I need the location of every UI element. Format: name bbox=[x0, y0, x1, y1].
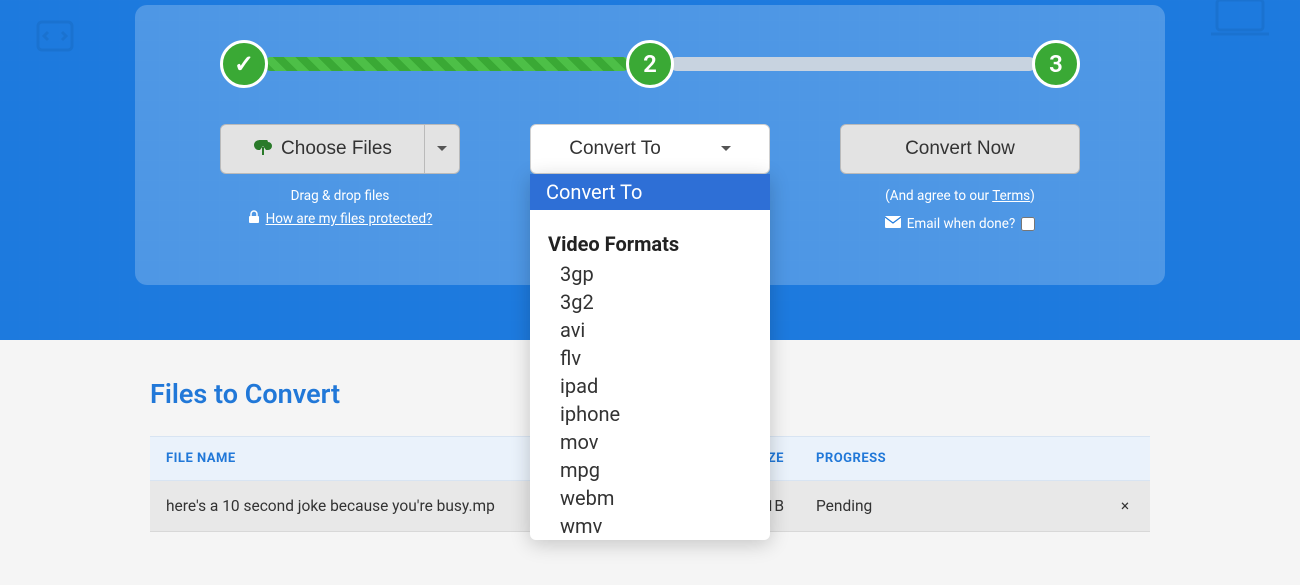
convert-to-label: Convert To bbox=[569, 138, 661, 160]
stepper-bar-1 bbox=[264, 57, 630, 71]
dropdown-group-video: Video Formats bbox=[530, 220, 770, 260]
choose-subtext: Drag & drop files How are my files prote… bbox=[220, 188, 460, 228]
agree-suffix: ) bbox=[1030, 188, 1035, 204]
stepper-bar-2 bbox=[670, 57, 1036, 71]
lock-icon bbox=[248, 210, 260, 228]
chevron-down-icon bbox=[721, 146, 731, 156]
format-option-flv[interactable]: flv bbox=[530, 344, 770, 372]
chevron-down-icon bbox=[437, 146, 447, 156]
files-title-a: Files to bbox=[150, 378, 245, 410]
decoration-laptop-icon bbox=[1205, 0, 1275, 56]
choose-files-label: Choose Files bbox=[281, 138, 392, 160]
column-actions bbox=[1100, 437, 1150, 481]
action-subtext: (And agree to our Terms) Email when done… bbox=[840, 188, 1080, 232]
format-option-3g2[interactable]: 3g2 bbox=[530, 288, 770, 316]
convert-to-button[interactable]: Convert To bbox=[530, 124, 770, 174]
agree-prefix: (And agree to our bbox=[885, 188, 992, 204]
upload-icon bbox=[253, 140, 273, 158]
action-column: Convert Now (And agree to our Terms) Ema… bbox=[840, 124, 1080, 232]
step-1: ✓ bbox=[220, 40, 268, 88]
format-option-3gp[interactable]: 3gp bbox=[530, 260, 770, 288]
convert-column: Convert To Convert To Video Formats 3gp3… bbox=[530, 124, 770, 232]
step-2: 2 bbox=[626, 40, 674, 88]
convert-now-label: Convert Now bbox=[905, 138, 1015, 160]
choose-files-button[interactable]: Choose Files bbox=[220, 124, 424, 174]
email-when-done-label: Email when done? bbox=[907, 216, 1016, 232]
format-option-mov[interactable]: mov bbox=[530, 428, 770, 456]
mail-icon bbox=[885, 216, 901, 232]
remove-file-button[interactable]: × bbox=[1100, 481, 1150, 532]
convert-now-button[interactable]: Convert Now bbox=[840, 124, 1080, 174]
dropdown-header: Convert To bbox=[530, 174, 770, 210]
cell-progress: Pending bbox=[800, 481, 1100, 532]
format-option-wmv[interactable]: wmv bbox=[530, 512, 770, 540]
format-option-avi[interactable]: avi bbox=[530, 316, 770, 344]
drag-drop-hint: Drag & drop files bbox=[220, 188, 460, 204]
format-option-ipad[interactable]: ipad bbox=[530, 372, 770, 400]
terms-link[interactable]: Terms bbox=[992, 188, 1030, 204]
protection-link[interactable]: How are my files protected? bbox=[266, 211, 433, 227]
decoration-code-icon bbox=[30, 10, 80, 64]
format-option-iphone[interactable]: iphone bbox=[530, 400, 770, 428]
step-3: 3 bbox=[1032, 40, 1080, 88]
stepper: ✓ 2 3 bbox=[220, 40, 1080, 88]
email-when-done-checkbox[interactable] bbox=[1021, 217, 1035, 231]
format-dropdown: Convert To Video Formats 3gp3g2aviflvipa… bbox=[530, 174, 770, 540]
choose-column: Choose Files Drag & drop files How are m… bbox=[220, 124, 460, 232]
format-option-mpg[interactable]: mpg bbox=[530, 456, 770, 484]
column-progress: PROGRESS bbox=[800, 437, 1100, 481]
format-option-webm[interactable]: webm bbox=[530, 484, 770, 512]
choose-files-dropdown-button[interactable] bbox=[424, 124, 460, 174]
hero-section: ✓ 2 3 Choose Files bbox=[0, 0, 1300, 340]
conversion-panel: ✓ 2 3 Choose Files bbox=[135, 5, 1165, 285]
files-title-b: Convert bbox=[245, 378, 340, 410]
